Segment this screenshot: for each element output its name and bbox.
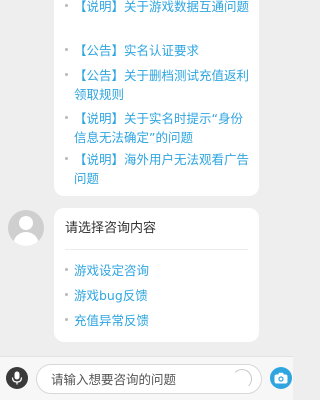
loading-ring-icon [232, 369, 252, 389]
menu-item-payment-issue[interactable]: 充值异常反馈 [65, 311, 149, 330]
menu-item-label: 充值异常反馈 [74, 313, 150, 328]
menu-item-bug-report[interactable]: 游戏bug反馈 [65, 286, 148, 305]
bullet-dot [65, 318, 68, 321]
message-input-bar [0, 356, 293, 400]
notice-link-text: 【说明】关于实名时提示“身份信息无法确定”的问题 [74, 111, 243, 145]
notice-link-rebate-rules[interactable]: 【公告】关于删档测试充值返利领取规则 [65, 66, 253, 104]
notice-link-text: 【说明】海外用户无法观看广告问题 [74, 152, 250, 186]
bot-avatar [8, 210, 44, 246]
notice-link-text: 【公告】关于删档测试充值返利领取规则 [74, 68, 250, 102]
avatar-shoulders [13, 232, 39, 246]
question-input[interactable] [36, 364, 262, 394]
menu-item-game-settings[interactable]: 游戏设定咨询 [65, 261, 149, 280]
notice-list-bubble: 【说明】关于游戏数据互通问题 【公告】实名认证要求 【公告】关于删档测试充值返利… [54, 0, 259, 196]
bullet-dot [65, 293, 68, 296]
notice-link-text: 【说明】关于游戏数据互通问题 [74, 0, 250, 14]
notice-link-overseas-ads[interactable]: 【说明】海外用户无法观看广告问题 [65, 150, 253, 188]
menu-item-label: 游戏bug反馈 [74, 288, 148, 303]
notice-link-real-name[interactable]: 【公告】实名认证要求 [65, 41, 253, 60]
bullet-dot [65, 268, 68, 271]
menu-item-label: 游戏设定咨询 [74, 263, 150, 278]
bullet-dot [65, 48, 68, 51]
consult-menu-bubble: 请选择咨询内容 游戏设定咨询 游戏bug反馈 充值异常反馈 [54, 208, 259, 342]
menu-title: 请选择咨询内容 [65, 221, 157, 236]
microphone-icon[interactable] [6, 367, 28, 389]
avatar-head [19, 216, 33, 230]
divider [65, 249, 248, 250]
bullet-dot [65, 73, 68, 76]
notice-link-text: 【公告】实名认证要求 [74, 43, 200, 58]
notice-link-data-sync[interactable]: 【说明】关于游戏数据互通问题 [65, 0, 253, 16]
bullet-dot [65, 157, 68, 160]
bullet-dot [65, 4, 68, 7]
camera-icon[interactable] [270, 367, 292, 389]
notice-link-identity-error[interactable]: 【说明】关于实名时提示“身份信息无法确定”的问题 [65, 109, 253, 147]
bullet-dot [65, 116, 68, 119]
